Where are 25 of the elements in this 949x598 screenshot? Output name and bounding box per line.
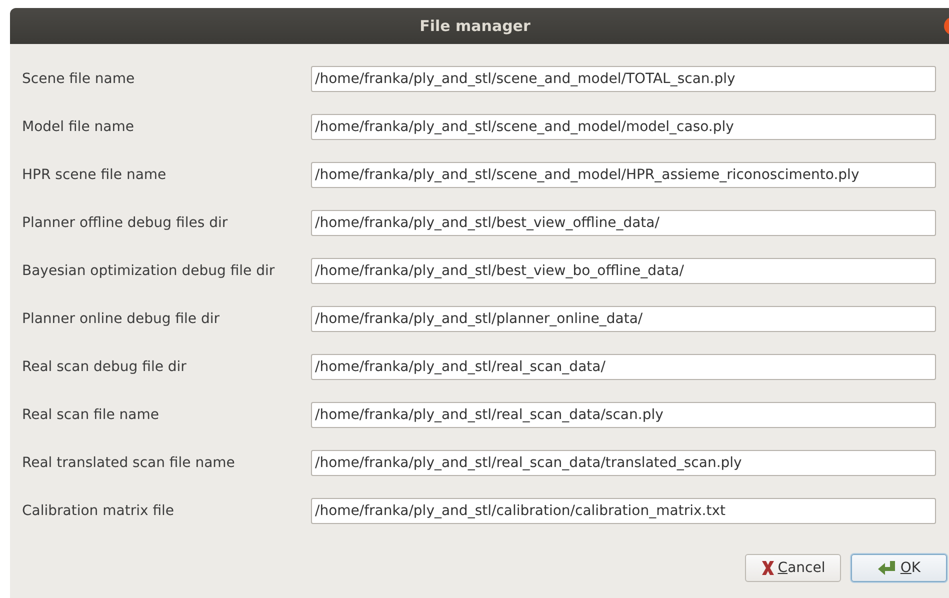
field-label: HPR scene file name [22, 167, 168, 183]
field-label: Model file name [22, 119, 135, 135]
path-field[interactable]: /home/franka/ply_and_stl/best_view_offline_data/ [311, 210, 936, 236]
return-arrow-icon [877, 560, 898, 576]
window-title: File manager [420, 17, 530, 35]
path-field[interactable]: /home/franka/ply_and_stl/planner_online_data/ [311, 306, 936, 332]
path-field[interactable]: /home/franka/ply_and_stl/scene_and_model/model_caso.ply [311, 114, 936, 140]
ok-button[interactable]: OK [851, 554, 947, 582]
field-label: Planner online debug file dir [22, 311, 221, 327]
path-field[interactable]: /home/franka/ply_and_stl/scene_and_model/TOTAL_scan.ply [311, 66, 936, 92]
field-label: Planner offline debug files dir [22, 215, 229, 231]
path-field[interactable]: /home/franka/ply_and_stl/real_scan_data/ [311, 354, 936, 380]
cancel-icon [760, 560, 775, 576]
field-label: Real translated scan file name [22, 455, 236, 471]
path-field[interactable]: /home/franka/ply_and_stl/scene_and_model/HPR_assieme_riconoscimento.ply [311, 162, 936, 188]
field-label: Calibration matrix file [22, 503, 176, 519]
path-field[interactable]: /home/franka/ply_and_stl/calibration/calibration_matrix.txt [311, 498, 936, 524]
field-label: Scene file name [22, 71, 136, 87]
field-label: Real scan file name [22, 407, 160, 423]
path-field[interactable]: /home/franka/ply_and_stl/best_view_bo_offline_data/ [311, 258, 936, 284]
field-label: Bayesian optimization debug file dir [22, 263, 276, 279]
field-label: Real scan debug file dir [22, 359, 188, 375]
path-field[interactable]: /home/franka/ply_and_stl/real_scan_data/scan.ply [311, 402, 936, 428]
path-field[interactable]: /home/franka/ply_and_stl/real_scan_data/translated_scan.ply [311, 450, 936, 476]
cancel-button[interactable]: Cancel [745, 554, 841, 582]
